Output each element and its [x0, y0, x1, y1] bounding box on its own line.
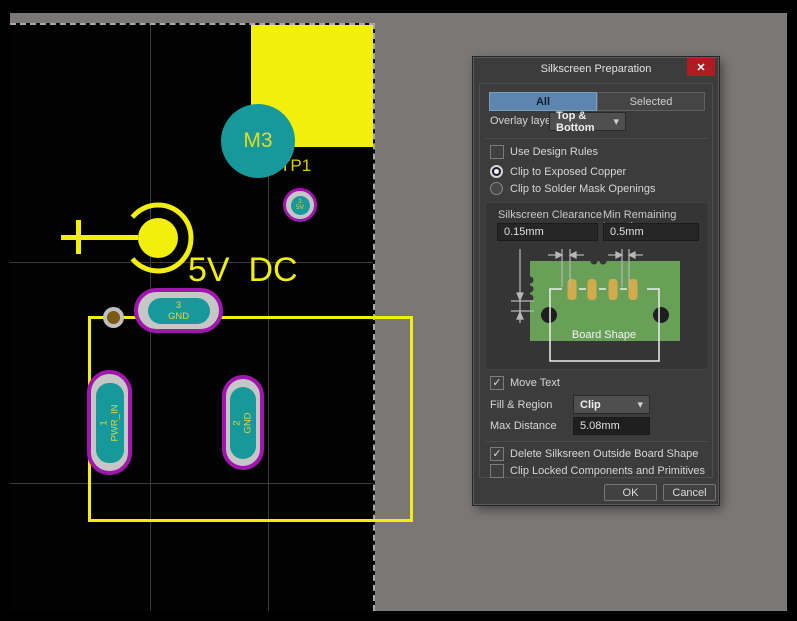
- close-icon: ✕: [696, 61, 705, 74]
- ok-button[interactable]: OK: [604, 484, 657, 501]
- plus-mark[interactable]: [76, 220, 81, 254]
- cancel-button[interactable]: Cancel: [663, 484, 716, 501]
- fill-region-dropdown[interactable]: Clip ▾: [573, 395, 650, 414]
- pad-pwr-in-1[interactable]: 1 PWR_IN: [87, 370, 132, 475]
- target-ring[interactable]: [120, 200, 196, 276]
- m3-label: M3: [243, 129, 272, 153]
- drill-hole: [107, 311, 120, 324]
- chevron-down-icon: ▾: [613, 115, 619, 128]
- power-net-silkscreen-label[interactable]: 5V DC: [188, 251, 298, 290]
- board-shape-label: Board Shape: [572, 329, 636, 341]
- chevron-down-icon: ▾: [637, 398, 643, 411]
- mounting-hole-m3[interactable]: M3: [221, 104, 295, 178]
- fill-region-label: Fill & Region: [490, 399, 552, 411]
- silkscreen-preparation-dialog: Silkscreen Preparation ✕ All Selected Ov…: [473, 57, 719, 505]
- checkbox-clip-locked[interactable]: ✓: [490, 464, 504, 478]
- check-icon: ✓: [492, 449, 501, 459]
- checkbox-use-design-rules[interactable]: ✓: [490, 145, 504, 159]
- pad-gnd-3[interactable]: 3 GND: [134, 288, 223, 333]
- clip-exposed-copper-label[interactable]: Clip to Exposed Copper: [510, 166, 626, 178]
- clip-solder-mask-label[interactable]: Clip to Solder Mask Openings: [510, 183, 656, 195]
- max-distance-label: Max Distance: [490, 420, 557, 432]
- separator: [485, 441, 709, 442]
- pad-designator: 1: [99, 404, 110, 441]
- testpoint-net: 5V: [296, 205, 304, 212]
- checkbox-delete-silkscreen-outside[interactable]: ✓: [490, 447, 504, 461]
- overlay-layers-dropdown[interactable]: Top & Bottom ▾: [549, 112, 626, 131]
- tab-all[interactable]: All: [489, 92, 597, 111]
- checkbox-move-text[interactable]: ✓: [490, 376, 504, 390]
- board-shape-illustration: Board Shape: [490, 247, 706, 367]
- silkscreen-clearance-input[interactable]: [497, 223, 598, 241]
- clip-locked-label[interactable]: Clip Locked Components and Primitives: [510, 465, 705, 477]
- tab-selected[interactable]: Selected: [597, 92, 705, 111]
- via[interactable]: [103, 307, 124, 328]
- pad-net: GND: [243, 412, 254, 433]
- separator: [485, 138, 709, 139]
- radio-clip-exposed-copper[interactable]: [490, 165, 503, 178]
- silkscreen-clearance-label: Silkscreen Clearance: [498, 209, 602, 221]
- max-distance-input[interactable]: [573, 417, 650, 435]
- close-button[interactable]: ✕: [687, 58, 715, 76]
- delete-silkscreen-outside-label[interactable]: Delete Silksreen Outside Board Shape: [510, 448, 698, 460]
- pad-net: GND: [168, 311, 189, 322]
- check-icon: ✓: [492, 378, 501, 388]
- move-text-label[interactable]: Move Text: [510, 377, 560, 389]
- pad-designator: 2: [232, 412, 243, 433]
- dialog-title: Silkscreen Preparation: [474, 63, 718, 75]
- pad-gnd-2[interactable]: 2 GND: [222, 375, 264, 470]
- dialog-body-panel: All Selected Overlay layers Top & Bottom…: [479, 83, 713, 478]
- use-design-rules-label[interactable]: Use Design Rules: [510, 146, 598, 158]
- pcb-canvas[interactable]: TP1 M3 1 5V 5V DC 3 GND: [10, 23, 375, 611]
- clearance-group: Silkscreen Clearance Min Remaining Lengt…: [485, 202, 709, 370]
- dialog-titlebar[interactable]: Silkscreen Preparation: [474, 58, 718, 80]
- testpoint-pad-5v[interactable]: 1 5V: [283, 188, 317, 222]
- pad-net: PWR_IN: [110, 404, 121, 441]
- radio-clip-solder-mask[interactable]: [490, 182, 503, 195]
- min-remaining-length-input[interactable]: [603, 223, 699, 241]
- pad-designator: 3: [176, 300, 181, 311]
